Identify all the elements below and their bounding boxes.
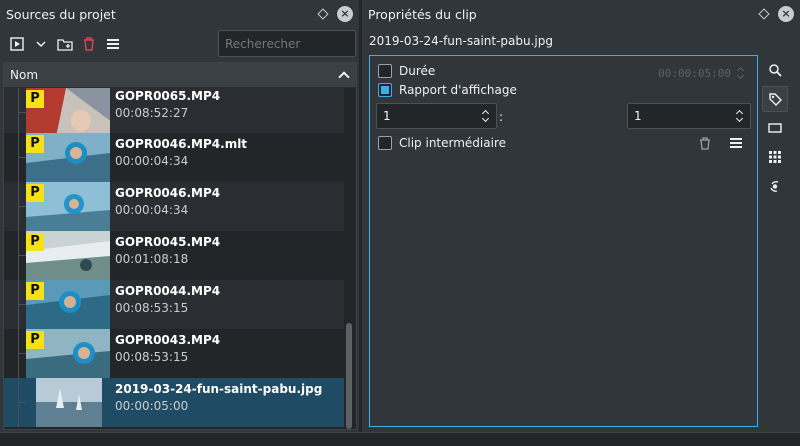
float-icon[interactable] <box>315 6 331 22</box>
search-icon[interactable] <box>762 57 788 83</box>
proxy-badge: P <box>26 135 44 153</box>
properties-box: Durée 00:00:05:00 Rapport d'affichage 1 … <box>369 55 758 427</box>
frame-icon[interactable] <box>762 115 788 141</box>
project-bin-panel: Sources du projet × Nom <box>0 0 359 432</box>
clip-properties-titlebar: Propriétés du clip × <box>362 0 800 28</box>
aspect-numerator-spinbox[interactable]: 1 <box>376 103 497 129</box>
duration-field: 00:00:05:00 <box>658 66 745 80</box>
audio-icon[interactable] <box>762 173 788 199</box>
clip-row[interactable]: P GOPR0046.MP4 00:00:04:34 <box>4 182 344 231</box>
clip-duration: 00:00:05:00 <box>115 399 189 413</box>
clip-name: GOPR0065.MP4 <box>115 89 221 103</box>
panel-title: Sources du projet <box>6 6 116 22</box>
clip-duration: 00:08:53:15 <box>115 301 189 315</box>
clip-list: Nom P GOPR0065.MP4 00:08:52:27 P GOPR004… <box>3 62 357 430</box>
duration-label: Durée <box>399 64 436 78</box>
clip-filename: 2019-03-24-fun-saint-pabu.jpg <box>369 34 553 48</box>
proxy-label: Clip intermédiaire <box>399 136 506 150</box>
duration-checkbox[interactable] <box>378 64 392 78</box>
duration-row: Durée <box>378 64 435 78</box>
vertical-scrollbar[interactable] <box>346 93 352 429</box>
clip-name: GOPR0046.MP4.mlt <box>115 137 248 151</box>
aspect-separator: : <box>499 110 504 124</box>
add-clip-icon[interactable] <box>6 33 28 55</box>
bin-toolbar <box>0 30 359 58</box>
aspect-ratio-label: Rapport d'affichage <box>399 83 517 97</box>
spin-arrows-icon[interactable] <box>482 109 490 123</box>
menu-icon[interactable] <box>729 137 743 152</box>
spin-arrows-icon <box>737 66 745 80</box>
proxy-badge: P <box>26 331 44 349</box>
proxy-badge: P <box>26 233 44 251</box>
clip-properties-panel: Propriétés du clip × 2019-03-24-fun-sain… <box>362 0 800 432</box>
clip-row[interactable]: P GOPR0045.MP4 00:01:08:18 <box>4 231 344 280</box>
column-header-name[interactable]: Nom <box>4 63 356 88</box>
aspect-denominator-spinbox[interactable]: 1 <box>627 103 751 129</box>
aspect-denominator-value: 1 <box>634 109 642 123</box>
trash-icon[interactable] <box>699 137 711 153</box>
project-bin-titlebar: Sources du projet × <box>0 0 359 28</box>
clip-name: GOPR0045.MP4 <box>115 235 221 249</box>
clip-duration: 00:00:04:34 <box>115 154 189 168</box>
clip-duration: 00:00:04:34 <box>115 203 189 217</box>
close-icon[interactable]: × <box>337 6 353 22</box>
properties-side-toolbar <box>762 57 790 202</box>
scrollbar-thumb[interactable] <box>346 323 352 429</box>
proxy-badge: P <box>26 90 44 108</box>
grid-icon[interactable] <box>762 144 788 170</box>
chevron-down-icon[interactable] <box>30 33 52 55</box>
column-header-label: Nom <box>10 68 39 82</box>
clip-row[interactable]: P GOPR0043.MP4 00:08:53:15 <box>4 329 344 378</box>
clip-duration: 00:01:08:18 <box>115 252 189 266</box>
search-input[interactable] <box>218 30 356 57</box>
clip-row[interactable]: P GOPR0044.MP4 00:08:53:15 <box>4 280 344 329</box>
delete-icon[interactable] <box>78 33 100 55</box>
clip-name: GOPR0044.MP4 <box>115 284 221 298</box>
aspect-numerator-value: 1 <box>383 109 391 123</box>
tag-icon[interactable] <box>762 86 788 112</box>
spin-arrows-icon[interactable] <box>736 109 744 123</box>
proxy-badge: P <box>26 282 44 300</box>
sort-ascending-icon <box>338 71 350 83</box>
proxy-checkbox[interactable] <box>378 136 392 150</box>
duration-value: 00:00:05:00 <box>658 66 731 80</box>
panel-title: Propriétés du clip <box>368 6 477 22</box>
clip-thumbnail <box>36 378 102 427</box>
clip-duration: 00:08:53:15 <box>115 350 189 364</box>
float-icon[interactable] <box>756 6 772 22</box>
clip-row[interactable]: P GOPR0065.MP4 00:08:52:27 <box>4 88 344 137</box>
bottom-toolbar <box>0 432 800 446</box>
add-folder-icon[interactable] <box>54 33 76 55</box>
clip-row-selected[interactable]: 2019-03-24-fun-saint-pabu.jpg 00:00:05:0… <box>4 378 344 427</box>
clip-row[interactable]: P GOPR0046.MP4.mlt 00:00:04:34 <box>4 133 344 182</box>
menu-icon[interactable] <box>102 33 124 55</box>
aspect-ratio-row: Rapport d'affichage <box>378 83 517 97</box>
clip-name: GOPR0046.MP4 <box>115 186 221 200</box>
proxy-row: Clip intermédiaire <box>378 136 506 150</box>
proxy-badge: P <box>26 184 44 202</box>
clip-name: GOPR0043.MP4 <box>115 333 221 347</box>
aspect-ratio-checkbox[interactable] <box>378 83 392 97</box>
clip-name: 2019-03-24-fun-saint-pabu.jpg <box>115 382 323 396</box>
clip-duration: 00:08:52:27 <box>115 106 189 120</box>
close-icon[interactable]: × <box>778 6 794 22</box>
